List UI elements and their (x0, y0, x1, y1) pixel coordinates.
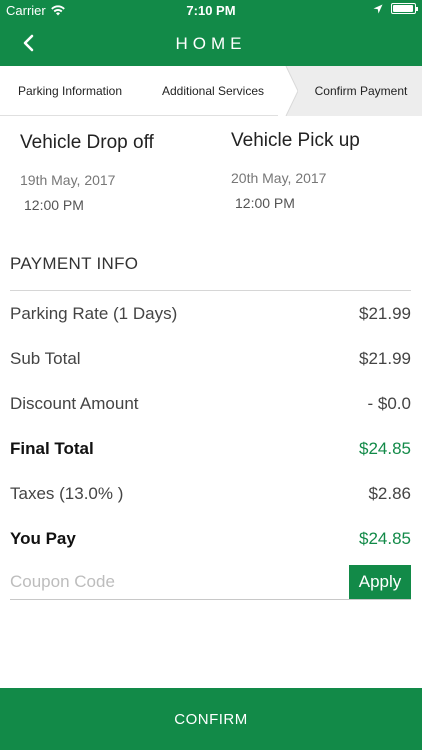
step-label: Parking Information (17, 84, 123, 98)
row-label: Final Total (10, 438, 94, 458)
row-label: Sub Total (10, 348, 81, 368)
payment-row-sub-total: Sub Total $21.99 (10, 336, 411, 381)
payment-rows: Parking Rate (1 Days) $21.99 Sub Total $… (10, 291, 411, 561)
battery-icon (391, 3, 418, 14)
drop-off-block: Vehicle Drop off 19th May, 2017 12:00 PM (20, 116, 154, 213)
row-label: Taxes (13.0% ) (10, 483, 124, 503)
step-parking-information[interactable]: Parking Information (0, 66, 140, 116)
status-bar: Carrier 7:10 PM (0, 0, 422, 22)
row-label: Discount Amount (10, 393, 139, 413)
step-arrow-divider (278, 66, 298, 116)
coupon-code-input[interactable] (10, 565, 340, 599)
row-value: $24.85 (359, 438, 411, 458)
drop-off-date: 19th May, 2017 (20, 172, 116, 188)
pick-up-title: Vehicle Pick up (231, 130, 360, 151)
step-label: Additional Services (161, 84, 265, 98)
status-right (373, 3, 418, 14)
row-label: Parking Rate (1 Days) (10, 303, 178, 323)
payment-row-parking-rate: Parking Rate (1 Days) $21.99 (10, 291, 411, 336)
drop-off-title: Vehicle Drop off (20, 132, 154, 153)
drop-off-time: 12:00 PM (24, 197, 84, 213)
confirm-button[interactable]: CONFIRM (0, 688, 422, 750)
row-value: - $0.0 (367, 393, 411, 413)
row-value: $24.85 (359, 528, 411, 548)
row-value: $21.99 (359, 348, 411, 368)
nav-bar: HOME (0, 22, 422, 66)
payment-row-taxes: Taxes (13.0% ) $2.86 (10, 471, 411, 516)
schedule-section: Vehicle Drop off 19th May, 2017 12:00 PM… (0, 116, 422, 246)
payment-row-discount: Discount Amount - $0.0 (10, 381, 411, 426)
coupon-section: Apply (10, 565, 411, 600)
location-arrow-icon (373, 4, 383, 13)
payment-info-heading: PAYMENT INFO (10, 254, 139, 273)
step-label: Confirm Payment (314, 84, 408, 98)
pick-up-time: 12:00 PM (235, 195, 295, 211)
apply-coupon-button[interactable]: Apply (349, 565, 411, 599)
payment-row-final-total: Final Total $24.85 (10, 426, 411, 471)
step-confirm-payment[interactable]: Confirm Payment (286, 66, 422, 116)
clock: 7:10 PM (186, 3, 236, 18)
payment-row-you-pay: You Pay $24.85 (10, 516, 411, 561)
pick-up-date: 20th May, 2017 (231, 170, 327, 186)
step-additional-services[interactable]: Additional Services (140, 66, 286, 116)
row-value: $2.86 (368, 483, 411, 503)
page-title: HOME (175, 34, 247, 53)
row-label: You Pay (10, 528, 76, 548)
step-indicator: Parking Information Additional Services … (0, 66, 422, 116)
pick-up-block: Vehicle Pick up 20th May, 2017 12:00 PM (231, 116, 360, 211)
row-value: $21.99 (359, 303, 411, 323)
